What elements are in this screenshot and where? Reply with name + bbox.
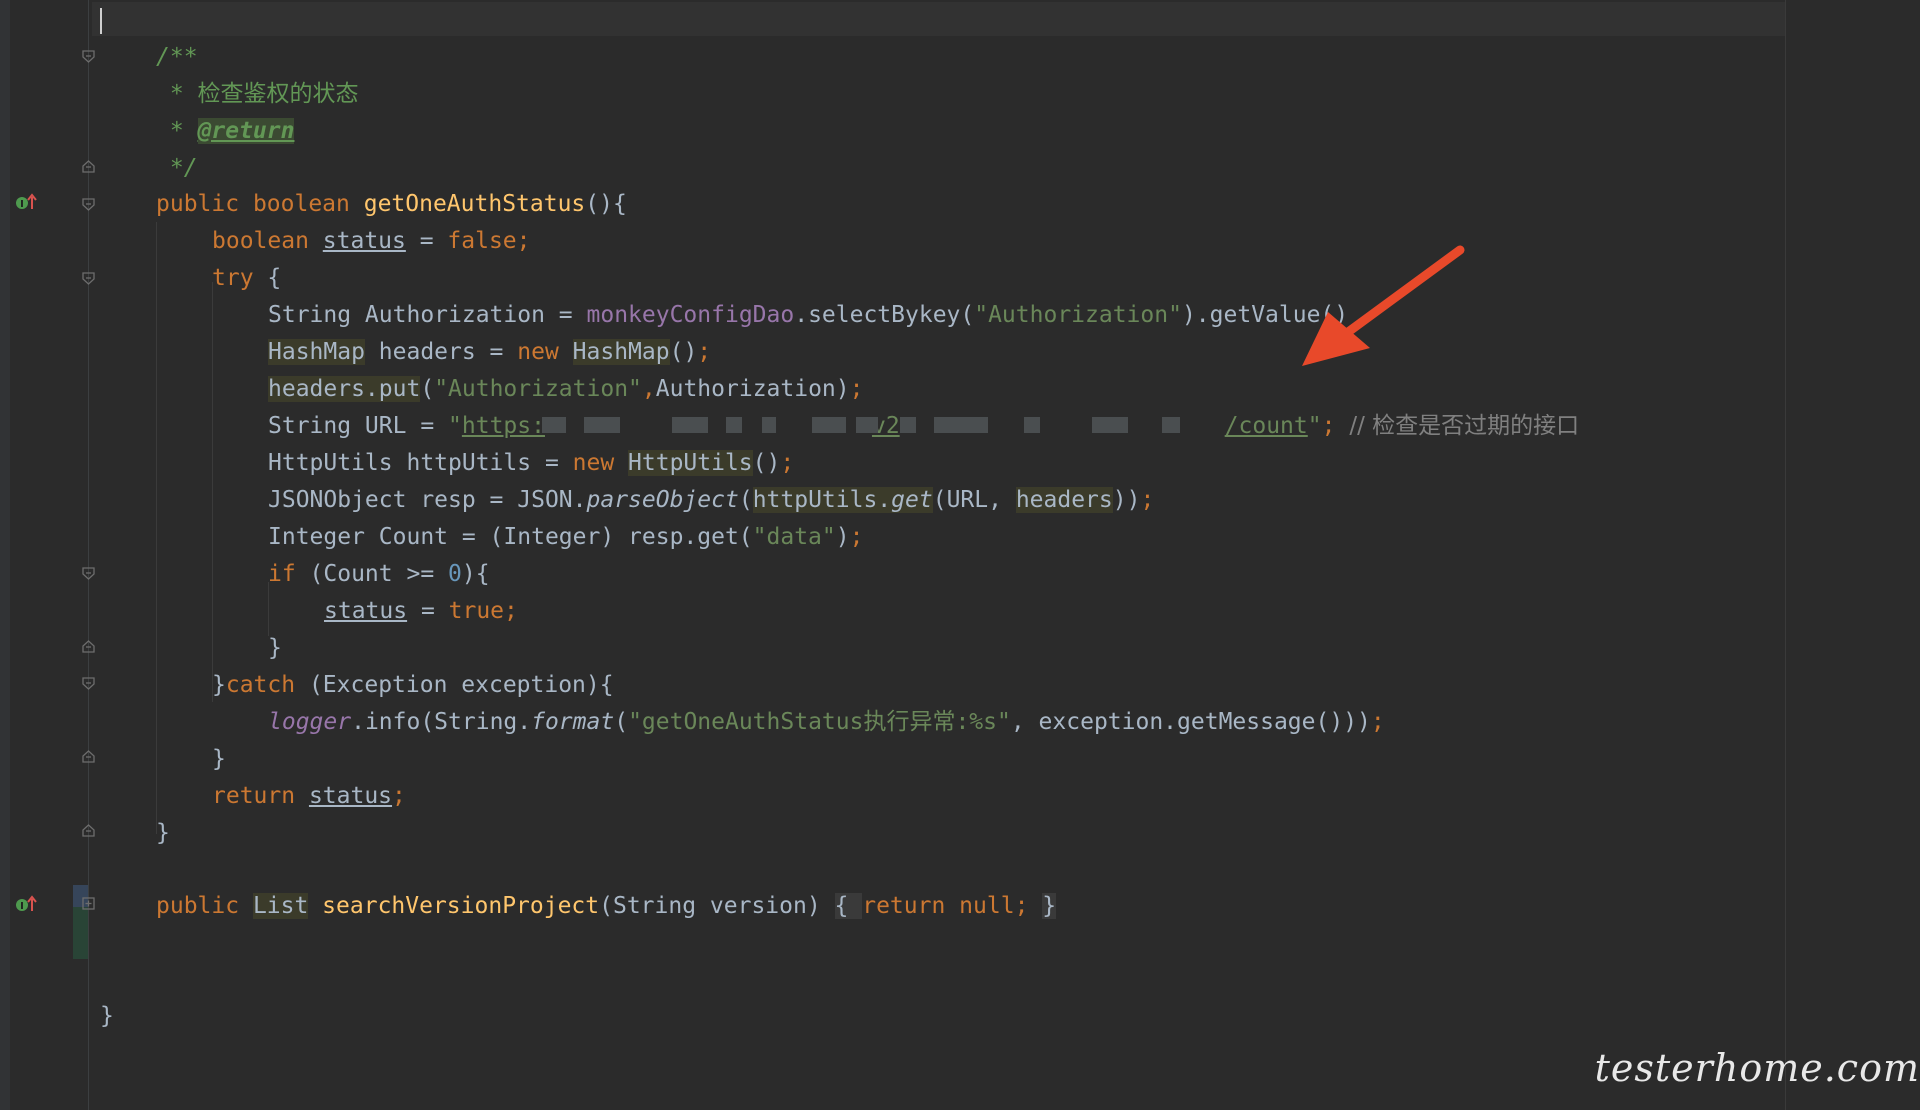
redacted-url-block	[934, 417, 988, 433]
code-line-9[interactable]: HashMap headers = new HashMap();	[268, 334, 711, 370]
redacted-url-block	[812, 417, 846, 433]
annotation-arrow-icon	[1302, 245, 1465, 366]
fold-end-icon[interactable]	[82, 750, 95, 763]
folded-region[interactable]: {	[834, 893, 863, 919]
implements-method-icon[interactable]: I	[14, 895, 38, 913]
code-line-url[interactable]: String URL = "https: v2/count"; // 检查是否过期…	[268, 408, 1579, 444]
redacted-url-block	[762, 417, 776, 433]
indent-guide	[156, 222, 157, 834]
code-line-8[interactable]: String Authorization = monkeyConfigDao.s…	[268, 297, 1348, 333]
fold-toggle-icon[interactable]	[82, 50, 95, 63]
folded-region-end[interactable]: }	[1042, 893, 1057, 919]
redacted-url-block	[726, 417, 742, 433]
code-line-3[interactable]: * @return	[156, 113, 295, 149]
implements-method-icon[interactable]: I	[14, 193, 38, 211]
redacted-url-block	[1024, 417, 1040, 433]
code-line-15[interactable]: if (Count >= 0){	[268, 556, 490, 592]
indent-guide	[212, 282, 213, 702]
code-line-1[interactable]: /**	[156, 39, 198, 75]
redacted-url-block	[1092, 417, 1128, 433]
code-line-18[interactable]: }catch (Exception exception){	[212, 667, 614, 703]
code-line-6[interactable]: boolean status = false;	[212, 223, 531, 259]
fold-toggle-icon[interactable]	[82, 567, 95, 580]
right-margin-guide	[1785, 0, 1786, 1110]
code-line-10[interactable]: headers.put("Authorization",Authorizatio…	[268, 371, 864, 407]
redacted-url-block	[1162, 417, 1180, 433]
code-line-14[interactable]: Integer Count = (Integer) resp.get("data…	[268, 519, 863, 555]
text-caret	[100, 8, 102, 34]
fold-end-icon[interactable]	[82, 824, 95, 837]
fold-toggle-icon[interactable]	[82, 198, 95, 211]
code-line-16[interactable]: status = true;	[324, 593, 518, 629]
code-line-method-signature[interactable]: public boolean getOneAuthStatus(){	[156, 186, 627, 222]
svg-text:I: I	[20, 901, 24, 912]
code-line-22[interactable]: }	[156, 815, 170, 851]
code-line-class-end[interactable]: }	[100, 998, 114, 1034]
code-line-20[interactable]: }	[212, 741, 226, 777]
code-line-4[interactable]: */	[156, 150, 198, 186]
redacted-url-block	[856, 417, 878, 433]
code-line-2[interactable]: * 检查鉴权的状态	[156, 76, 359, 112]
expand-fold-icon[interactable]	[82, 897, 95, 910]
redacted-url-block	[584, 417, 620, 433]
code-line-17[interactable]: }	[268, 630, 282, 666]
gutter-edge	[0, 0, 10, 1110]
code-line-7[interactable]: try {	[212, 260, 281, 296]
redacted-url-block	[672, 417, 708, 433]
code-line-19[interactable]: logger.info(String.format("getOneAuthSta…	[268, 704, 1385, 740]
code-line-12[interactable]: HttpUtils httpUtils = new HttpUtils();	[268, 445, 794, 481]
redacted-url-block	[900, 417, 916, 433]
code-line-21[interactable]: return status;	[212, 778, 406, 814]
fold-toggle-icon[interactable]	[82, 272, 95, 285]
fold-end-icon[interactable]	[82, 160, 95, 173]
code-line-search-version[interactable]: public List searchVersionProject(String …	[156, 888, 1057, 924]
svg-text:I: I	[20, 199, 24, 210]
fold-toggle-icon[interactable]	[82, 677, 95, 690]
fold-end-icon[interactable]	[82, 640, 95, 653]
redacted-url-block	[542, 417, 566, 433]
current-line-highlight	[92, 2, 1785, 36]
watermark-logo: testerhome.com	[1594, 1046, 1920, 1090]
code-line-13[interactable]: JSONObject resp = JSON.parseObject(httpU…	[268, 482, 1154, 518]
